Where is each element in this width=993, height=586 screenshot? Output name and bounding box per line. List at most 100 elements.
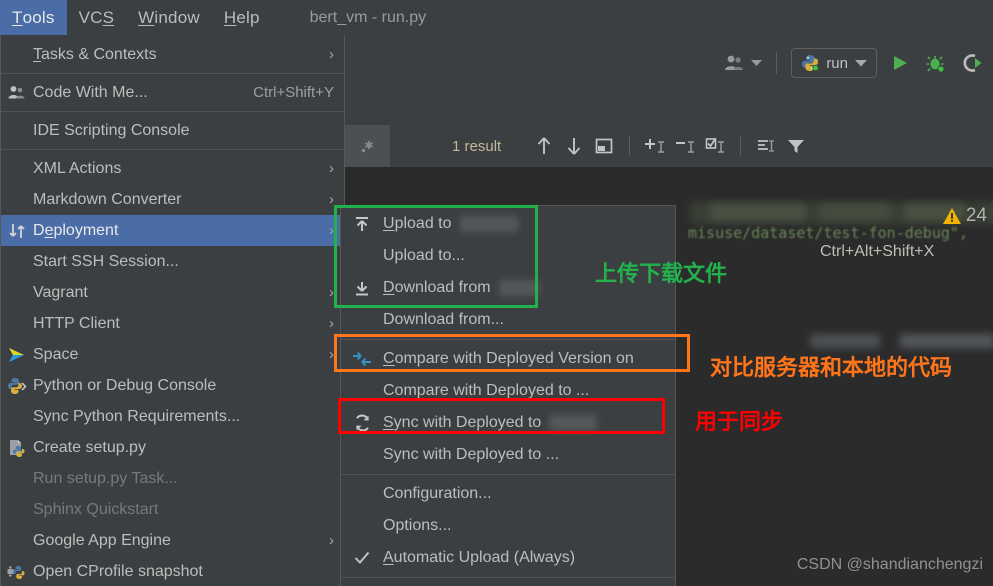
menu-item-http-client[interactable]: HTTP Client › (1, 308, 344, 339)
python-console-icon (1, 377, 33, 395)
menubar-vcs-label: VC (78, 7, 103, 27)
find-previous-button[interactable] (531, 133, 557, 159)
menu-item-xml-actions[interactable]: XML Actions › (1, 153, 344, 184)
menu-item-start-ssh-session[interactable]: Start SSH Session... (1, 246, 344, 277)
menu-item-label: Sphinx Quickstart (33, 500, 159, 518)
menu-item-vagrant[interactable]: Vagrant › (1, 277, 344, 308)
submenu-item-sync-with-deployed-to-dialog[interactable]: Sync with Deployed to ... (341, 439, 675, 471)
submenu-item-label: Options... (383, 517, 452, 534)
chevron-right-icon: › (329, 532, 334, 549)
download-icon (341, 280, 383, 297)
menubar-item-help[interactable]: Help (212, 0, 272, 35)
menubar-item-tools[interactable]: Tools (0, 0, 67, 35)
submenu-item-download-from-dialog[interactable]: Download from... (341, 304, 675, 336)
submenu-item-compare-with-deployed-to[interactable]: Compare with Deployed to ... (341, 375, 675, 407)
python-icon (802, 55, 820, 72)
open-in-find-window-button[interactable] (591, 133, 617, 159)
chevron-right-icon: › (329, 191, 334, 208)
check-icon (341, 551, 383, 565)
menu-item-ide-scripting-console[interactable]: IDE Scripting Console (1, 115, 344, 146)
submenu-item-label: Upload to... (383, 247, 465, 264)
menu-item-label: XML Actions (33, 159, 122, 177)
submenu-item-label: Download from (383, 279, 491, 296)
menu-item-label: Run setup.py Task... (33, 469, 178, 487)
regex-star-icon (361, 141, 373, 153)
submenu-separator (341, 339, 675, 340)
menu-item-label: Markdown Converter (33, 190, 182, 208)
submenu-item-upload-to[interactable]: Upload to (341, 208, 675, 240)
inspection-warning-badge[interactable]: 24 (942, 205, 987, 227)
select-all-occurrences-button[interactable] (702, 133, 728, 159)
menu-item-open-cprofile-snapshot[interactable]: Open CProfile snapshot (1, 556, 344, 586)
menu-item-label: Sync Python Requirements... (33, 407, 241, 425)
find-divider-2 (740, 136, 742, 156)
sync-icon (341, 414, 383, 432)
find-result-count: 1 result (452, 137, 502, 155)
submenu-item-options[interactable]: Options... (341, 510, 675, 542)
menu-bar: Tools VC S Window Help bert_vm - run.py (0, 0, 993, 35)
main-toolbar: run (345, 35, 993, 125)
people-icon (1, 85, 33, 100)
menu-item-python-or-debug-console[interactable]: Python or Debug Console (1, 370, 344, 401)
submenu-item-label: Sync with Deployed to (383, 414, 542, 431)
warning-count: 24 (965, 205, 987, 226)
menu-item-markdown-converter[interactable]: Markdown Converter › (1, 184, 344, 215)
find-next-button[interactable] (561, 133, 587, 159)
annotation-label-upload-download: 上传下载文件 (595, 261, 728, 286)
submenu-item-browse-remote-host[interactable]: Browse Remote Host (341, 581, 675, 586)
run-button[interactable] (887, 50, 913, 76)
run-configuration-selector[interactable]: run (791, 48, 877, 78)
menu-item-code-with-me[interactable]: Code With Me... Ctrl+Shift+Y (1, 77, 344, 108)
submenu-item-label: Configuration... (383, 485, 492, 502)
submenu-item-label: Sync with Deployed to ... (383, 446, 560, 463)
filter-lines-button[interactable] (753, 133, 779, 159)
menubar-item-vcs[interactable]: VC S (67, 0, 127, 35)
menubar-item-window[interactable]: Window (126, 0, 212, 35)
open-in-window-icon (595, 138, 613, 154)
bug-icon (926, 56, 945, 73)
remove-occurrence-button[interactable] (672, 133, 698, 159)
chevron-right-icon: › (329, 284, 334, 301)
menu-item-label: Tasks & Contexts (33, 45, 157, 63)
menu-item-label: Space (33, 345, 79, 363)
menu-item-label: Deployment (33, 221, 119, 239)
menu-item-tasks-contexts[interactable]: Tasks & Contexts › (1, 39, 344, 70)
space-icon (1, 346, 33, 364)
deployment-target-blurred (498, 280, 539, 296)
chevron-right-icon: › (329, 346, 334, 363)
find-divider (629, 136, 631, 156)
menu-separator (1, 73, 344, 74)
add-occurrence-button[interactable] (642, 133, 668, 159)
menu-item-create-setup-py[interactable]: Create setup.py (1, 432, 344, 463)
arrow-up-icon (538, 137, 551, 154)
regex-toggle-button[interactable] (345, 125, 390, 167)
select-occurrences-icon (705, 138, 725, 153)
window-title: bert_vm - run.py (309, 8, 427, 26)
code-with-me-toolbar-button[interactable] (724, 54, 763, 72)
submenu-item-label: Compare with Deployed to ... (383, 382, 590, 399)
submenu-item-label: Automatic Upload (Always) (383, 549, 576, 566)
tools-menu-popup: Tasks & Contexts › Code With Me... Ctrl+… (0, 35, 345, 586)
run-with-coverage-button[interactable] (959, 50, 985, 76)
menubar-help-label: elp (236, 7, 260, 27)
submenu-item-automatic-upload[interactable]: Automatic Upload (Always) (341, 542, 675, 574)
submenu-item-label: Download from... (383, 311, 504, 328)
debug-button[interactable] (923, 50, 949, 76)
submenu-item-sync-with-deployed-to[interactable]: Sync with Deployed to (341, 407, 675, 439)
submenu-item-compare-with-deployed-version-on[interactable]: Compare with Deployed Version on (341, 343, 675, 375)
menu-item-run-setup-py-task: Run setup.py Task... (1, 463, 344, 494)
remove-occurrence-icon (676, 141, 695, 153)
cprofile-icon (1, 563, 33, 581)
arrow-down-icon (568, 138, 581, 155)
menu-separator (1, 149, 344, 150)
menu-item-deployment[interactable]: Deployment › (1, 215, 344, 246)
menu-item-sphinx-quickstart: Sphinx Quickstart (1, 494, 344, 525)
menu-item-google-app-engine[interactable]: Google App Engine › (1, 525, 344, 556)
menu-item-shortcut: Ctrl+Shift+Y (253, 84, 334, 101)
annotation-label-compare: 对比服务器和本地的代码 (710, 355, 953, 380)
filter-button[interactable] (783, 133, 809, 159)
menu-item-sync-python-requirements[interactable]: Sync Python Requirements... (1, 401, 344, 432)
submenu-item-configuration[interactable]: Configuration... (341, 478, 675, 510)
menu-item-space[interactable]: Space › (1, 339, 344, 370)
play-icon (894, 56, 907, 70)
